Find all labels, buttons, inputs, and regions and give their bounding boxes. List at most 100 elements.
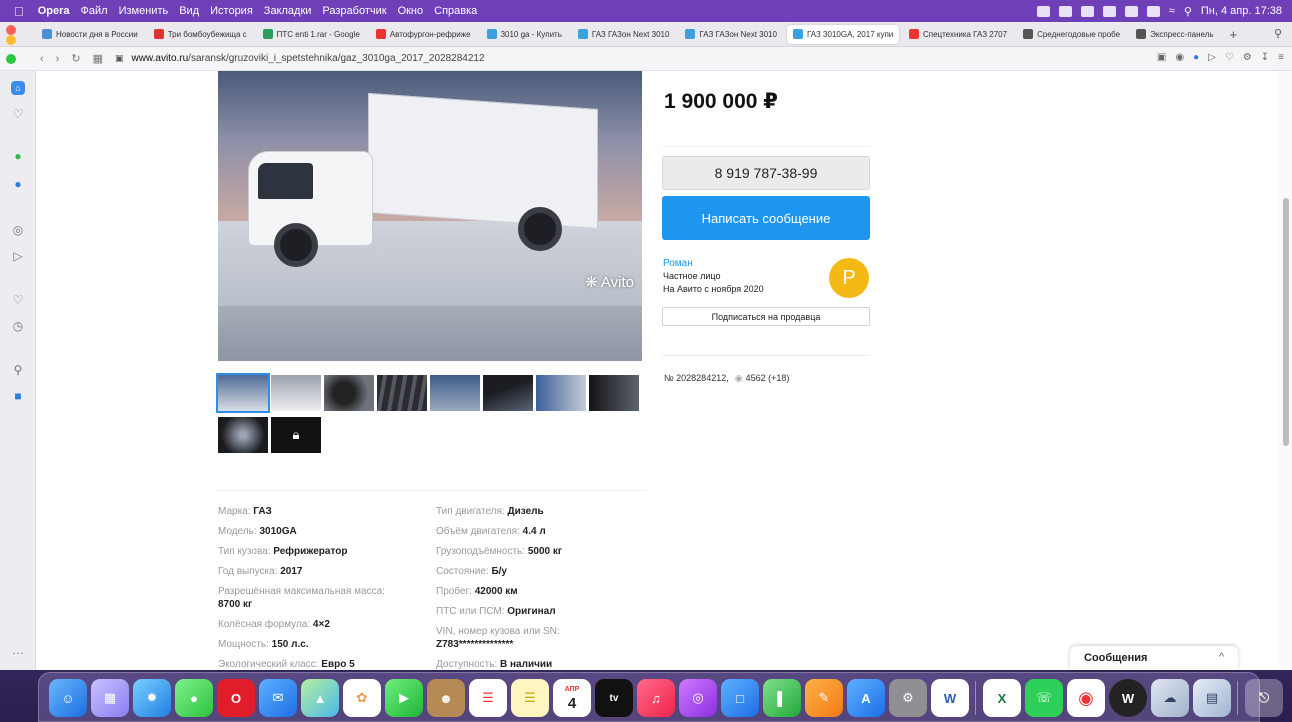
tab[interactable]: ГАЗ ГАЗон Next 3010 xyxy=(679,25,783,44)
search-icon[interactable]: ⚲ xyxy=(1184,5,1192,18)
minimize-window-button[interactable] xyxy=(6,35,16,45)
tab[interactable]: Автофургон-рефриже xyxy=(370,25,477,44)
opera-icon[interactable]: O xyxy=(217,679,255,717)
extension-icon[interactable]: ■ xyxy=(8,387,28,405)
menu-edit[interactable]: Изменить xyxy=(119,5,169,17)
write-message-button[interactable]: Написать сообщение xyxy=(662,196,870,240)
tab[interactable]: Три бомбоубежища с xyxy=(148,25,253,44)
heart-icon[interactable]: ♡ xyxy=(1225,52,1234,63)
app-store-icon[interactable]: A xyxy=(847,679,885,717)
pages-icon[interactable]: ✎ xyxy=(805,679,843,717)
podcasts-icon[interactable]: ◎ xyxy=(679,679,717,717)
photos-icon[interactable]: ✿ xyxy=(343,679,381,717)
wows-icon[interactable]: W xyxy=(1109,679,1147,717)
thumbnail-locked[interactable]: 🔒︎ xyxy=(271,417,321,453)
thumbnail[interactable] xyxy=(324,375,374,411)
chrome-icon[interactable]: ◉ xyxy=(1067,679,1105,717)
tab-search-icon[interactable]: ⚲ xyxy=(1274,27,1282,40)
preview-icon[interactable]: ▤ xyxy=(1193,679,1231,717)
status-icon[interactable] xyxy=(1146,5,1160,17)
subscribe-button[interactable]: Подписаться на продавца xyxy=(662,307,870,326)
migration-icon[interactable]: ☁ xyxy=(1151,679,1189,717)
tab[interactable]: ПТС enti 1.rar - Google xyxy=(257,25,366,44)
calendar-icon[interactable]: АПР 4 xyxy=(553,679,591,717)
avatar[interactable]: P xyxy=(829,258,869,298)
reminders-icon[interactable]: ☰ xyxy=(469,679,507,717)
messages-icon[interactable]: ● xyxy=(175,679,213,717)
history-icon[interactable]: ◷ xyxy=(8,317,28,335)
excel-icon[interactable]: X xyxy=(983,679,1021,717)
camera-icon[interactable]: ◉ xyxy=(1175,52,1184,63)
thumbnail[interactable] xyxy=(216,373,270,413)
url-field[interactable]: www.avito.ru/saransk/gruzoviki_i_spetste… xyxy=(131,53,484,64)
reload-button[interactable]: ↻ xyxy=(71,52,80,65)
forward-button[interactable]: › xyxy=(56,53,60,65)
messenger-icon[interactable]: ● xyxy=(8,175,28,193)
status-icon[interactable] xyxy=(1036,5,1050,17)
download-icon[interactable]: ↧ xyxy=(1261,52,1269,63)
facetime-icon[interactable]: ▶ xyxy=(385,679,423,717)
menu-bookmarks[interactable]: Закладки xyxy=(264,5,312,17)
messages-panel[interactable]: Сообщения ^ xyxy=(1070,646,1238,670)
scrollbar-thumb[interactable] xyxy=(1283,198,1289,446)
close-window-button[interactable] xyxy=(6,25,16,35)
numbers-icon[interactable]: ▌ xyxy=(763,679,801,717)
menu-history[interactable]: История xyxy=(210,5,253,17)
contacts-icon[interactable]: ☻ xyxy=(427,679,465,717)
lock-icon[interactable]: ▣ xyxy=(115,53,124,64)
mail-icon[interactable]: ✉ xyxy=(259,679,297,717)
more-icon[interactable]: … xyxy=(8,641,28,659)
messenger-icon[interactable]: ● xyxy=(8,147,28,165)
maximize-window-button[interactable] xyxy=(6,54,16,64)
menu-file[interactable]: Файл xyxy=(81,5,108,17)
thumbnail[interactable] xyxy=(271,375,321,411)
status-icon[interactable] xyxy=(1102,5,1116,17)
notes-icon[interactable]: ☰ xyxy=(511,679,549,717)
grid-icon[interactable]: ▦ xyxy=(93,52,103,65)
apple-icon[interactable]:  xyxy=(14,4,24,19)
shield-icon[interactable]: ● xyxy=(1193,52,1199,63)
phone-button[interactable]: 8 919 787-38-99 xyxy=(662,156,870,190)
menu-window[interactable]: Окно xyxy=(398,5,424,17)
finder-icon[interactable]: ☺ xyxy=(49,679,87,717)
tab[interactable]: Среднегодовые пробе xyxy=(1017,25,1126,44)
pin-icon[interactable]: ⚲ xyxy=(8,361,28,379)
back-button[interactable]: ‹ xyxy=(40,53,44,65)
new-tab-button[interactable]: + xyxy=(1230,27,1238,42)
music-icon[interactable]: ♫ xyxy=(637,679,675,717)
status-icon[interactable] xyxy=(1080,5,1094,17)
extensions-icon[interactable]: ⚙ xyxy=(1243,52,1252,63)
menu-help[interactable]: Справка xyxy=(434,5,477,17)
favorites-icon[interactable]: ♡ xyxy=(8,291,28,309)
keynote-icon[interactable]: □ xyxy=(721,679,759,717)
tab[interactable]: Экспресс-панель xyxy=(1130,25,1219,44)
tab[interactable]: ГАЗ ГАЗон Next 3010 xyxy=(572,25,676,44)
home-icon[interactable]: ⌂ xyxy=(11,81,25,95)
snapshot-icon[interactable]: ▣ xyxy=(1157,52,1166,63)
status-icon[interactable] xyxy=(1124,5,1138,17)
thumbnail[interactable] xyxy=(218,417,268,453)
status-icon[interactable] xyxy=(1058,5,1072,17)
menu-icon[interactable]: ≡ xyxy=(1278,52,1284,63)
thumbnail[interactable] xyxy=(483,375,533,411)
chevron-up-icon[interactable]: ^ xyxy=(1219,651,1224,663)
safari-icon[interactable]: ✹ xyxy=(133,679,171,717)
menu-opera[interactable]: Opera xyxy=(38,5,70,17)
word-icon[interactable]: W xyxy=(931,679,969,717)
tab[interactable]: 3010 ga - Купить xyxy=(481,25,568,44)
tab[interactable]: Новости дня в России xyxy=(36,25,144,44)
thumbnail[interactable] xyxy=(589,375,639,411)
seller-name[interactable]: Роман xyxy=(663,257,764,270)
tab[interactable]: ГАЗ 3010GA, 2017 купи xyxy=(786,24,899,44)
play-icon[interactable]: ▷ xyxy=(1208,52,1216,63)
player-icon[interactable]: ▷ xyxy=(8,247,28,265)
apple-tv-icon[interactable]: tv xyxy=(595,679,633,717)
main-photo[interactable]: ❋ Avito xyxy=(218,71,642,361)
wifi-icon[interactable]: ≈ xyxy=(1169,5,1175,17)
clock[interactable]: Пн, 4 апр. 17:38 xyxy=(1201,5,1282,17)
thumbnail[interactable] xyxy=(377,375,427,411)
whatsapp-icon[interactable]: ☏ xyxy=(1025,679,1063,717)
trash-icon[interactable]: ⎋ xyxy=(1245,679,1283,717)
menu-view[interactable]: Вид xyxy=(179,5,199,17)
maps-icon[interactable]: ▲ xyxy=(301,679,339,717)
